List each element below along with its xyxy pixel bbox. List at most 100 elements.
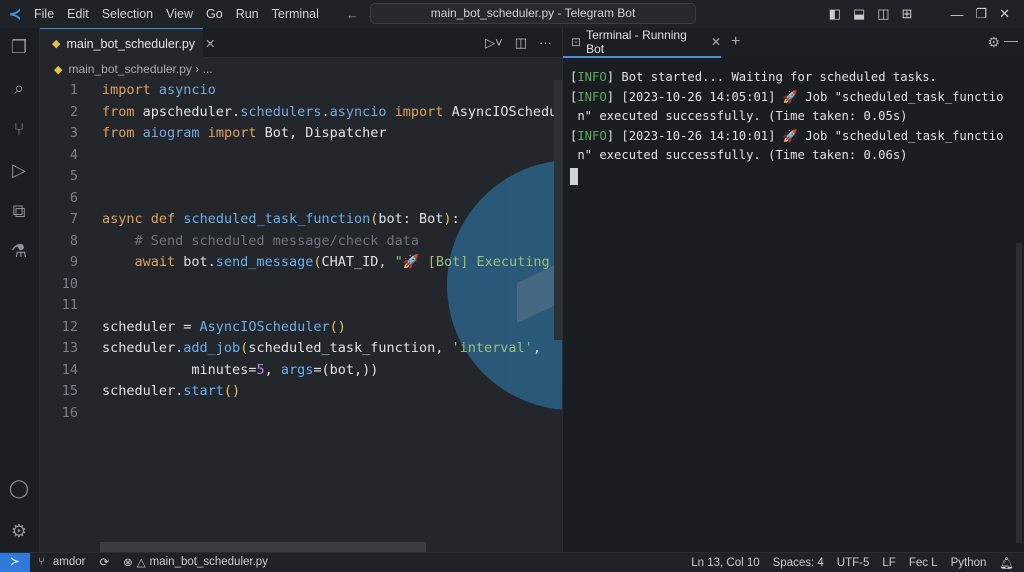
code-line[interactable]: from aiogram import Bot, Dispatcher <box>102 123 562 145</box>
code-line[interactable]: from apscheduler.schedulers.asyncio impo… <box>102 102 562 124</box>
status-file[interactable]: main_bot_scheduler.py <box>150 556 268 568</box>
indentation[interactable]: Spaces: 4 <box>773 557 824 569</box>
code-line[interactable]: minutes=5, args=(bot,)) <box>102 360 562 382</box>
back-arrow-icon[interactable]: ← <box>346 7 367 22</box>
tab-terminal[interactable]: ⊡ Terminal - Running Bot ✕ <box>563 28 721 58</box>
layout-icon[interactable]: ⊞ <box>902 6 913 22</box>
account-icon[interactable]: ◯ <box>8 477 30 499</box>
terminal-scrollbar[interactable] <box>1016 243 1022 543</box>
log-text: n" executed successfully. (Time taken: 0… <box>570 148 908 162</box>
restore-icon[interactable]: ❐ <box>975 6 987 22</box>
language-mode[interactable]: Python <box>951 557 987 569</box>
toggle-sidebar-icon[interactable]: ◧ <box>829 6 841 22</box>
close-tab-icon[interactable]: ✕ <box>205 36 215 51</box>
minimize-icon[interactable]: — <box>950 7 963 22</box>
settings-gear-icon[interactable]: ⚙ <box>8 520 30 542</box>
branch-name[interactable]: amdor <box>53 556 86 568</box>
breadcrumb-file[interactable]: main_bot_scheduler.py <box>68 62 191 76</box>
code-token: =( <box>313 361 330 378</box>
search-icon[interactable]: ⌕ <box>8 77 30 99</box>
code-line[interactable] <box>102 295 562 317</box>
toggle-panel-icon[interactable]: ⬓ <box>853 6 865 22</box>
breadcrumb: ◆ main_bot_scheduler.py › ... <box>40 58 562 80</box>
line-number: 9 <box>69 254 78 270</box>
run-debug-icon[interactable]: ▷ <box>8 159 30 181</box>
extensions-icon[interactable]: ⧉ <box>8 200 30 222</box>
code-line[interactable]: import asyncio <box>102 80 562 102</box>
code-line[interactable]: await bot.send_message(CHAT_ID, "🚀 [Bot]… <box>102 252 562 274</box>
branch-icon: ⑂ <box>38 556 45 568</box>
encoding[interactable]: UTF-5 <box>837 557 870 569</box>
line-number: 3 <box>69 125 78 141</box>
code-token: scheduled_task_function, <box>248 340 452 356</box>
code-line[interactable]: # Send scheduled message/check data <box>102 231 562 253</box>
formatter[interactable]: Fec L <box>909 557 938 569</box>
code-line[interactable]: scheduler.start() <box>102 381 562 403</box>
terminal-line: [INFO] [2023-10-26 14:05:01] 🚀 Job "sche… <box>570 89 1004 104</box>
line-number: 16 <box>61 404 78 421</box>
code-line[interactable] <box>102 188 562 210</box>
menu-terminal[interactable]: Terminal <box>272 7 319 21</box>
code-token: scheduler = <box>102 318 200 335</box>
code-line[interactable] <box>102 145 562 167</box>
line-number: 8 <box>69 232 78 249</box>
toggle-secondary-sidebar-icon[interactable]: ◫ <box>877 6 889 22</box>
tab-main-bot-scheduler[interactable]: ◆ main_bot_scheduler.py ✕ <box>40 28 216 58</box>
code-line[interactable]: async def scheduled_task_function(bot: B… <box>102 209 562 231</box>
menu-file[interactable]: File <box>34 7 54 21</box>
problems-warning-icon[interactable]: △ <box>137 555 146 569</box>
command-center[interactable]: main_bot_scheduler.py - Telegram Bot <box>370 3 696 24</box>
code-token: 'interval' <box>451 340 533 356</box>
code-token: await <box>134 254 176 270</box>
menu-selection[interactable]: Selection <box>102 7 153 21</box>
code-token: import <box>102 82 151 98</box>
log-text: n" executed successfully. (Time taken: 0… <box>570 109 908 123</box>
code-token: Bot, Dispatcher <box>256 125 387 141</box>
terminal-line: [INFO] [2023-10-26 14:10:01] 🚀 Job "sche… <box>570 128 1004 143</box>
end-of-line[interactable]: LF <box>882 557 895 569</box>
run-file-icon[interactable]: ▷˅ <box>485 35 503 51</box>
code-token: minutes= <box>102 361 257 378</box>
minimize-panel-icon[interactable]: — <box>1004 32 1018 48</box>
code-token: add_job <box>183 340 241 356</box>
code-line[interactable]: scheduler.add_job(scheduled_task_functio… <box>102 338 562 360</box>
remote-indicator-icon[interactable]: ≻ <box>0 552 30 572</box>
split-editor-icon[interactable]: ◫ <box>515 35 527 51</box>
close-terminal-icon[interactable]: ✕ <box>711 35 721 49</box>
breadcrumb-more[interactable]: ... <box>203 62 213 76</box>
explorer-icon[interactable]: ❐ <box>8 36 30 58</box>
source-control-icon[interactable]: ⑂ <box>8 118 30 140</box>
python-file-icon: ◆ <box>54 64 63 76</box>
log-text: [2023-10-26 14:05:01] 🚀 Job "scheduled_t… <box>614 89 1004 104</box>
notifications-bell-icon[interactable]: 🔔︎ <box>999 556 1014 570</box>
log-text: Bot started... Waiting for scheduled tas… <box>614 70 937 84</box>
code-token: bot: Bot <box>378 211 444 227</box>
code-content[interactable]: import asyncio from apscheduler.scheduler… <box>102 80 562 424</box>
code-token: asyncio <box>158 82 216 98</box>
terminal-settings-gear-icon[interactable]: ⚙ <box>987 34 1000 51</box>
menu-edit[interactable]: Edit <box>67 7 89 21</box>
code-line[interactable] <box>102 403 562 425</box>
more-actions-icon[interactable]: ··· <box>539 35 552 51</box>
code-editor[interactable]: 1 2 3 4 5 6 7 8 9 10 11 12 13 14 15 16 import asyncio fr… <box>40 80 562 552</box>
code-token: 5 <box>256 361 265 378</box>
cursor-position[interactable]: Ln 13, Col 10 <box>691 557 759 569</box>
vertical-scrollbar[interactable] <box>554 80 562 340</box>
code-token: : <box>451 211 460 227</box>
close-window-icon[interactable]: ✕ <box>999 6 1010 22</box>
sync-icon[interactable]: ⟳ <box>100 555 110 569</box>
code-line[interactable] <box>102 166 562 188</box>
menu-run[interactable]: Run <box>236 7 259 21</box>
menu-view[interactable]: View <box>166 7 193 21</box>
code-token: aiogram <box>142 125 200 141</box>
code-line[interactable] <box>102 274 562 296</box>
menu-go[interactable]: Go <box>206 7 223 21</box>
code-line[interactable]: scheduler = AsyncIOScheduler() <box>102 317 562 339</box>
terminal-line: n" executed successfully. (Time taken: 0… <box>570 107 1024 127</box>
testing-icon[interactable]: ⚗ <box>8 240 30 262</box>
new-terminal-plus-icon[interactable]: + <box>731 33 740 51</box>
problems-error-icon[interactable]: ⊗ <box>123 555 133 569</box>
terminal-output[interactable]: [INFO] Bot started... Waiting for schedu… <box>562 58 1024 552</box>
horizontal-scrollbar[interactable] <box>100 542 426 552</box>
